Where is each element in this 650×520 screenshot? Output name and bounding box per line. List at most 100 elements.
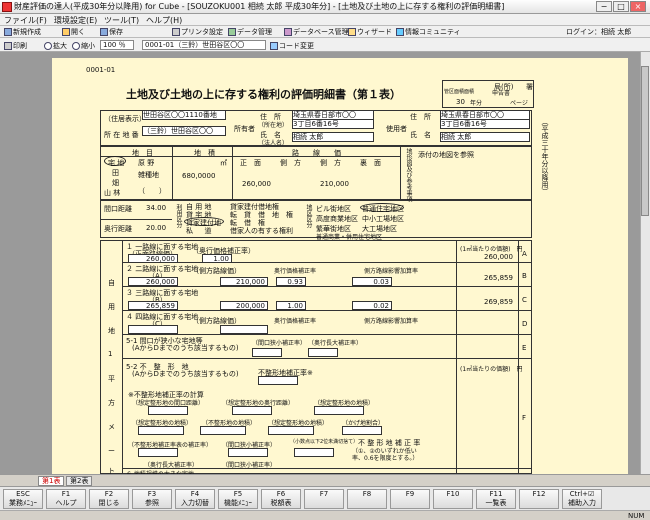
chimoku-item[interactable]: 雑種地 <box>138 170 159 180</box>
user-name-input[interactable]: 相続 太郎 <box>440 132 530 142</box>
owner-address2-input[interactable]: 3丁目6番16号 <box>292 119 374 129</box>
row2-price[interactable]: 210,000 <box>220 277 268 286</box>
district-item[interactable]: 普通住宅地区 <box>362 204 404 214</box>
page-suffix: ページ <box>510 100 528 107</box>
menu-settings[interactable]: 環境設定(E) <box>54 15 97 26</box>
chimoku-item[interactable]: （ ） <box>138 186 166 196</box>
calc-input[interactable] <box>232 406 272 415</box>
printer-setup-button[interactable]: プリンタ設定 <box>172 27 223 37</box>
calc-input[interactable] <box>314 406 364 415</box>
scrollbar-thumb[interactable] <box>641 66 649 216</box>
chimoku-item[interactable]: 畑 <box>112 178 119 188</box>
calc-input[interactable] <box>294 448 334 457</box>
front-price[interactable]: 260,000 <box>242 180 271 188</box>
front-label: 正 面 <box>240 159 261 167</box>
row51-b-input[interactable] <box>308 348 338 357</box>
chimoku-item[interactable]: 宅 地 <box>108 158 124 168</box>
fkey-esc-button[interactable]: ESC 業務ﾒﾆｭｰ <box>3 489 43 509</box>
fkey-f4-button[interactable]: F4 入力切替 <box>175 489 215 509</box>
fkey-f5-button[interactable]: F5 機能ﾒﾆｭｰ <box>218 489 258 509</box>
use-item[interactable]: 借家人の有する権利 <box>230 226 293 236</box>
section-char: 平 <box>108 375 115 383</box>
info-icon <box>396 28 404 36</box>
print-button[interactable]: 印刷 <box>4 41 27 51</box>
community-button[interactable]: 情報コミュニティ <box>396 27 461 37</box>
chimoku-item[interactable]: 山 林 <box>104 188 120 198</box>
row2-rate[interactable]: 0.93 <box>276 277 306 286</box>
open-button[interactable]: 開く <box>62 27 85 37</box>
divider <box>122 310 532 311</box>
owner-name-input[interactable]: 相続 太郎 <box>292 132 374 142</box>
fkey-f8-button[interactable]: F8 <box>347 489 387 509</box>
district-item[interactable]: 中小工場地区 <box>362 214 404 224</box>
chimoku-item[interactable]: 田 <box>112 168 119 178</box>
new-button[interactable]: 新規作成 <box>4 27 41 37</box>
fkey-f11-button[interactable]: F11 一覧表 <box>476 489 516 509</box>
zoom-out-button[interactable]: 縮小 <box>72 41 95 51</box>
menu-help[interactable]: ヘルプ(H) <box>146 15 182 26</box>
row3-price[interactable]: 200,000 <box>220 301 268 310</box>
row4-value[interactable] <box>128 325 178 334</box>
depth-value[interactable]: 20.00 <box>146 224 166 232</box>
row3-value[interactable]: 265,859 <box>128 301 178 310</box>
wizard-button[interactable]: ウィザード <box>348 27 392 37</box>
district-item[interactable]: 高度商業地区 <box>316 214 358 224</box>
fkey-f12-button[interactable]: F12 <box>519 489 559 509</box>
row3-add-rate[interactable]: 0.02 <box>352 301 392 310</box>
calc-input[interactable] <box>148 406 188 415</box>
area-value[interactable]: 680,0000 <box>182 172 215 180</box>
row3-rate[interactable]: 1.00 <box>276 301 306 310</box>
maximize-button[interactable]: □ <box>613 1 629 12</box>
tab-sheet2[interactable]: 第2表 <box>66 476 93 486</box>
row1-rate[interactable]: 1.00 <box>202 254 232 263</box>
database-manage-button[interactable]: データベース管理 <box>284 27 349 37</box>
zoom-select[interactable]: 100 ％ <box>100 40 134 50</box>
row51-a-input[interactable] <box>252 348 282 357</box>
tab-sheet1[interactable]: 第1表 <box>38 476 65 486</box>
chimoku-item[interactable]: 原 野 <box>138 158 154 168</box>
calc-input[interactable] <box>138 426 184 435</box>
code-change-button[interactable]: コード変更 <box>270 41 314 51</box>
district-item[interactable]: ビル街地区 <box>316 204 351 214</box>
row4-price[interactable] <box>220 325 268 334</box>
side-price[interactable]: 210,000 <box>320 180 349 188</box>
frontage-value[interactable]: 34.00 <box>146 204 166 212</box>
minimize-button[interactable]: − <box>596 1 612 12</box>
calc-input[interactable] <box>200 426 246 435</box>
fkey-f3-button[interactable]: F3 参照 <box>132 489 172 509</box>
calc-input[interactable] <box>268 426 314 435</box>
fkey-f7-button[interactable]: F7 <box>304 489 344 509</box>
property-select[interactable]: 0001-01（三鈴）世田谷区〇〇 <box>142 40 266 50</box>
row2-value[interactable]: 260,000 <box>128 277 178 286</box>
zoom-in-button[interactable]: 拡大 <box>44 41 67 51</box>
data-manage-button[interactable]: データ管理 <box>228 27 272 37</box>
user-address2-input[interactable]: 3丁目6番16号 <box>440 119 530 129</box>
save-button[interactable]: 保存 <box>100 27 123 37</box>
menu-file[interactable]: ファイル(F) <box>4 15 47 26</box>
calc-input[interactable] <box>228 448 268 457</box>
form-id: 0001-01 <box>86 66 116 74</box>
user-address-label: 住 所 <box>410 113 431 121</box>
menu-tools[interactable]: ツール(T) <box>104 15 139 26</box>
use-item[interactable]: 私 道 <box>186 226 211 236</box>
address-input[interactable]: 世田谷区〇〇1110番地 <box>142 110 226 120</box>
fkey-f9-button[interactable]: F9 <box>390 489 430 509</box>
row2-add-rate[interactable]: 0.03 <box>352 277 392 286</box>
row1-value[interactable]: 260,000 <box>128 254 178 263</box>
num-lock-indicator: NUM <box>628 512 645 520</box>
row51-letter: E <box>522 344 527 352</box>
calc-input[interactable] <box>138 448 178 457</box>
fkey-key: F8 <box>362 490 372 498</box>
row52-rate-input[interactable] <box>258 376 298 385</box>
calc-input[interactable] <box>342 426 382 435</box>
district-item[interactable]: 大工場地区 <box>362 224 397 234</box>
fkey-f1-button[interactable]: F1 ヘルプ <box>46 489 86 509</box>
fkey-f6-button[interactable]: F6 税額表 <box>261 489 301 509</box>
location-input[interactable]: （三鈴）世田谷区〇〇 <box>142 126 226 136</box>
fkey-ctrl-button[interactable]: Ctrl+☑ 補助入力 <box>562 489 602 509</box>
fkey-key: F4 <box>190 490 200 498</box>
row2-rate-label: 奥行価格補正率 <box>274 268 317 275</box>
close-button[interactable]: × <box>630 1 646 12</box>
fkey-f10-button[interactable]: F10 <box>433 489 473 509</box>
fkey-f2-button[interactable]: F2 閉じる <box>89 489 129 509</box>
